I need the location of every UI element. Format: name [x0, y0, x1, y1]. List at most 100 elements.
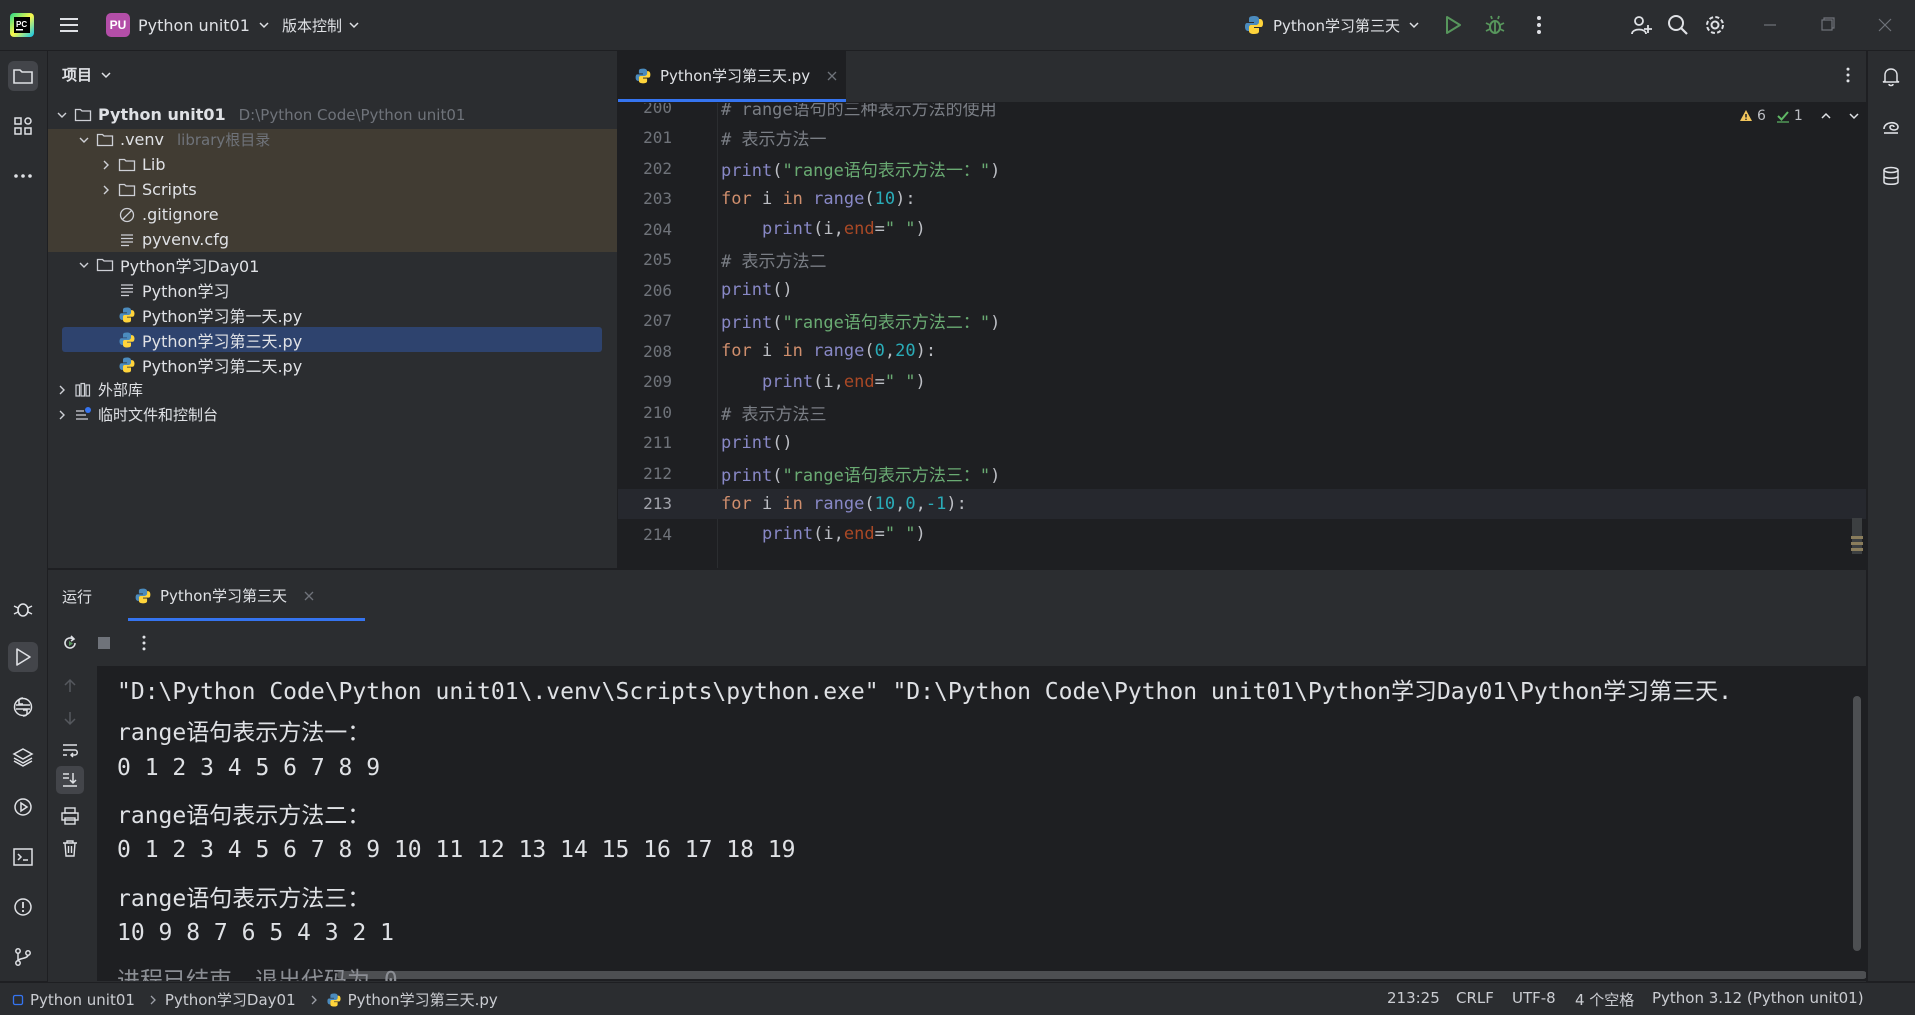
code-line[interactable]: 213 for i in range(10,0,-1): [618, 488, 1866, 519]
line-separator[interactable]: CRLF [1456, 989, 1494, 1007]
more-tools-button[interactable] [8, 161, 38, 191]
console-horizontal-scrollbar[interactable] [337, 971, 1866, 979]
chevron-right-icon[interactable] [56, 409, 68, 421]
code-line[interactable]: 205 # 表示方法二 [618, 245, 1866, 275]
tree-item[interactable]: Python学习第三天.py [48, 327, 617, 352]
tree-item[interactable]: pyvenv.cfg [48, 227, 617, 252]
run-tab[interactable]: Python学习第三天 [128, 570, 321, 621]
tab-options-button[interactable] [1838, 65, 1858, 85]
tree-item[interactable]: .gitignore [48, 202, 617, 227]
python-packages-tool-button[interactable] [8, 692, 38, 722]
run-config-selector[interactable]: Python学习第三天 [1243, 11, 1420, 39]
chevron-down-icon[interactable] [78, 259, 90, 271]
scroll-to-end-button[interactable] [56, 766, 84, 794]
code-line[interactable]: 211 print() [618, 428, 1866, 458]
ai-assistant-button[interactable] [1876, 111, 1906, 141]
layers-tool-button[interactable] [8, 742, 38, 772]
python-interpreter[interactable]: Python 3.12 (Python unit01) [1652, 989, 1864, 1007]
notifications-button[interactable] [1876, 61, 1906, 91]
code-token: for [721, 493, 752, 514]
code-line[interactable]: 210 # 表示方法三 [618, 397, 1866, 427]
code-text: print("range语句表示方法三：") [721, 461, 1000, 486]
tree-item[interactable]: Python学习第一天.py [48, 302, 617, 327]
tree-item[interactable]: Python学习Day01 [48, 252, 617, 277]
project-view-selector[interactable]: 项目 [62, 64, 112, 85]
tree-item[interactable]: Python unit01 D:\Python Code\Python unit0… [48, 102, 617, 127]
tree-item[interactable]: Scripts [48, 177, 617, 202]
breadcrumb-file[interactable]: Python学习第三天.py [348, 989, 498, 1010]
soft-wrap-button[interactable] [60, 740, 80, 760]
debug-tool-button[interactable] [8, 593, 38, 623]
code-token: ) [915, 524, 926, 544]
breadcrumb-project[interactable]: Python unit01 [30, 991, 135, 1009]
run-tool-button[interactable] [8, 642, 38, 672]
search-button[interactable] [1666, 13, 1690, 37]
print-button[interactable] [60, 806, 80, 826]
stop-button[interactable] [96, 635, 112, 651]
project-tool-button[interactable] [8, 61, 38, 91]
vcs-menu[interactable]: 版本控制 [282, 11, 360, 39]
code-line[interactable]: 207 print("range语句表示方法二：") [618, 306, 1866, 336]
code-line[interactable]: 209 print(i,end=" ") [618, 367, 1866, 397]
scroll-down-button[interactable] [60, 708, 80, 728]
run-button[interactable] [1441, 13, 1465, 37]
code-line[interactable]: 200 # range语句的三种表示方法的使用 [618, 102, 1866, 122]
inspection-widget[interactable]: 6 1 [1739, 108, 1861, 124]
git-tool-button[interactable] [8, 942, 38, 972]
close-icon[interactable] [303, 590, 315, 602]
rerun-button[interactable] [60, 633, 80, 653]
run-more-button[interactable] [134, 633, 154, 653]
caret-position[interactable]: 213:25 [1387, 989, 1440, 1007]
clear-all-button[interactable] [60, 838, 80, 858]
maximize-button[interactable] [1815, 13, 1839, 37]
tree-item[interactable]: 外部库 [48, 377, 617, 402]
console-vertical-scrollbar[interactable] [1853, 696, 1861, 951]
chevron-right-icon[interactable] [56, 384, 68, 396]
console-output[interactable]: "D:\Python Code\Python unit01\.venv\Scri… [97, 666, 1866, 981]
code-line[interactable]: 206 print() [618, 275, 1866, 305]
close-button[interactable] [1873, 13, 1897, 37]
chevron-right-icon[interactable] [100, 184, 112, 196]
code-line[interactable]: 202 print("range语句表示方法一：") [618, 153, 1866, 183]
terminal-tool-button[interactable] [8, 842, 38, 872]
tree-item[interactable]: 临时文件和控制台 [48, 402, 617, 427]
file-encoding[interactable]: UTF-8 [1512, 989, 1556, 1007]
more-vertical-icon [1537, 16, 1541, 34]
database-button[interactable] [1876, 161, 1906, 191]
code-line[interactable]: 214 print(i,end=" ") [618, 519, 1866, 549]
scroll-up-button[interactable] [60, 676, 80, 696]
problems-tool-button[interactable] [8, 892, 38, 922]
breadcrumb-folder[interactable]: Python学习Day01 [165, 989, 296, 1010]
tree-item[interactable]: Lib [48, 152, 617, 177]
chevron-down-icon[interactable] [56, 109, 68, 121]
code-token: in [782, 493, 803, 514]
tree-item[interactable]: .venv library根目录 [48, 127, 617, 152]
project-selector[interactable]: PU Python unit01 [106, 11, 270, 39]
close-icon[interactable] [826, 70, 838, 82]
code-line[interactable]: 208 for i in range(0,20): [618, 336, 1866, 366]
code-line[interactable]: 204 print(i,end=" ") [618, 214, 1866, 244]
chevron-right-icon[interactable] [100, 159, 112, 171]
chevron-down-icon[interactable] [78, 134, 90, 146]
more-actions-button[interactable] [1527, 13, 1551, 37]
editor-tab-active[interactable]: Python学习第三天.py [618, 51, 846, 102]
code-line[interactable]: 203 for i in range(10): [618, 184, 1866, 214]
chevron-up-icon[interactable] [1819, 109, 1833, 123]
main-menu-icon[interactable] [58, 14, 82, 36]
tree-item[interactable]: Python学习第二天.py [48, 352, 617, 377]
settings-button[interactable] [1703, 13, 1727, 37]
code-line[interactable]: 212 print("range语句表示方法三：") [618, 458, 1866, 488]
chevron-down-icon[interactable] [1847, 109, 1861, 123]
code-line[interactable]: 201 # 表示方法一 [618, 123, 1866, 153]
structure-tool-button[interactable] [8, 111, 38, 141]
code-token: " " [884, 371, 916, 392]
code-token: () [772, 280, 793, 300]
code-area[interactable]: 200 # range语句的三种表示方法的使用 201 # 表示方法一 202 print… [618, 102, 1866, 568]
tree-item[interactable]: Python学习 [48, 277, 617, 302]
editor-scrollbar[interactable] [1850, 516, 1864, 556]
services-tool-button[interactable] [8, 792, 38, 822]
debug-button[interactable] [1483, 13, 1507, 37]
indent-setting[interactable]: 4 个空格 [1575, 989, 1634, 1010]
minimize-button[interactable] [1758, 13, 1782, 37]
code-with-me-button[interactable] [1629, 13, 1653, 37]
